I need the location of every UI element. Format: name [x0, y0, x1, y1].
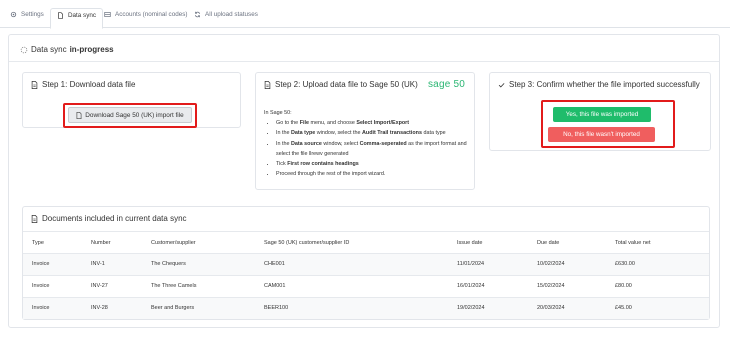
table-cell: £45.00 [606, 296, 709, 319]
column-header: Due date [537, 239, 560, 246]
tab-label: Settings [21, 11, 44, 18]
check-icon [498, 82, 505, 87]
step2-title: Step 2: Upload data file to Sage 50 (UK) [264, 80, 418, 89]
documents-table: Type Number Customer/supplier Sage 50 (U… [23, 233, 709, 319]
table-cell: £630.00 [606, 252, 709, 275]
column-header: Type [32, 239, 44, 246]
table-cell: CAM001 [255, 274, 448, 297]
tab-accounts[interactable]: Accounts (nominal codes) [98, 8, 193, 28]
step2-instructions: In Sage 50: Go to the File menu, and cho… [264, 108, 469, 179]
tab-bar: Settings Data sync Accounts (nominal cod… [0, 0, 730, 29]
table-cell: INV-27 [82, 274, 142, 297]
data-sync-panel: Data sync in-progress Step 1: Download d… [8, 34, 720, 328]
sage-logo-number: 50 [453, 79, 465, 90]
table-cell: The Chequers [142, 252, 255, 275]
column-header: Customer/supplier [151, 239, 196, 246]
table-cell: BEER100 [255, 296, 448, 319]
column-header: Total value net [615, 239, 651, 246]
gear-icon [10, 11, 17, 18]
column-header: Sage 50 (UK) customer/supplier ID [264, 239, 350, 246]
panel-title-prefix: Data sync [31, 45, 67, 54]
document-icon [31, 214, 38, 223]
spinner-icon [20, 46, 28, 53]
highlight-box [541, 100, 675, 148]
step3-title: Step 3: Confirm whether the file importe… [498, 80, 700, 89]
sage-logo: sage 50 [428, 79, 465, 90]
table-cell: Beer and Burgers [142, 296, 255, 319]
documents-title: Documents included in current data sync [31, 214, 187, 223]
step1-title-text: Step 1: Download data file [42, 80, 136, 89]
table-cell: INV-1 [82, 252, 142, 275]
instruction-item: Go to the File menu, and choose Select I… [276, 118, 469, 128]
highlight-box [63, 103, 197, 128]
column-header: Issue date [457, 239, 483, 246]
table-cell: 10/02/2024 [528, 252, 606, 275]
document-icon [31, 80, 38, 89]
table-row: Invoice INV-1 The Chequers CHE001 11/01/… [23, 252, 709, 275]
instruction-item: Tick First row contains headings [276, 159, 469, 169]
divider [23, 231, 709, 232]
instructions-intro: In Sage 50: [264, 110, 292, 116]
table-cell: 19/02/2024 [448, 296, 528, 319]
table-cell: 16/01/2024 [448, 274, 528, 297]
instruction-item: In the Data source window, select Comma-… [276, 139, 469, 159]
instruction-item: Proceed through the rest of the import w… [276, 169, 469, 179]
tab-settings[interactable]: Settings [4, 8, 50, 28]
column-header: Number [91, 239, 111, 246]
table-cell: 20/03/2024 [528, 296, 606, 319]
step2-card: Step 2: Upload data file to Sage 50 (UK)… [255, 72, 475, 190]
table-row: Invoice INV-28 Beer and Burgers BEER100 … [23, 296, 709, 319]
step1-card: Step 1: Download data file Download Sage… [22, 72, 241, 128]
document-icon [58, 12, 63, 19]
table-row: Invoice INV-27 The Three Camels CAM001 1… [23, 274, 709, 297]
instruction-item: In the Data type window, select the Audi… [276, 128, 469, 138]
instructions-list: Go to the File menu, and choose Select I… [264, 118, 469, 179]
table-cell: Invoice [23, 252, 82, 275]
table-cell: CHE001 [255, 252, 448, 275]
tab-label: Data sync [68, 12, 96, 19]
step3-card: Step 3: Confirm whether the file importe… [489, 72, 711, 151]
table-cell: 11/01/2024 [448, 252, 528, 275]
table-cell: 15/02/2024 [528, 274, 606, 297]
step1-title: Step 1: Download data file [31, 80, 135, 89]
table-cell: INV-28 [82, 296, 142, 319]
panel-title: Data sync in-progress [20, 45, 114, 54]
table-cell: £80.00 [606, 274, 709, 297]
table-cell: Invoice [23, 274, 82, 297]
tab-upload-statuses[interactable]: All upload statuses [188, 8, 264, 28]
table-cell: Invoice [23, 296, 82, 319]
document-icon [264, 80, 271, 89]
table-header-row: Type Number Customer/supplier Sage 50 (U… [23, 233, 709, 253]
step3-title-text: Step 3: Confirm whether the file importe… [509, 80, 700, 89]
step2-title-text: Step 2: Upload data file to Sage 50 (UK) [275, 80, 418, 89]
tab-data-sync[interactable]: Data sync [50, 8, 103, 29]
table-cell: The Three Camels [142, 274, 255, 297]
panel-title-status: in-progress [69, 45, 114, 54]
sage-logo-word: sage [427, 79, 451, 90]
documents-title-text: Documents included in current data sync [42, 214, 187, 223]
list-icon [104, 12, 111, 17]
sync-icon [195, 11, 200, 18]
tab-label: All upload statuses [205, 11, 258, 18]
documents-card: Documents included in current data sync … [22, 206, 710, 320]
divider [9, 61, 719, 62]
tab-label: Accounts (nominal codes) [115, 11, 188, 18]
